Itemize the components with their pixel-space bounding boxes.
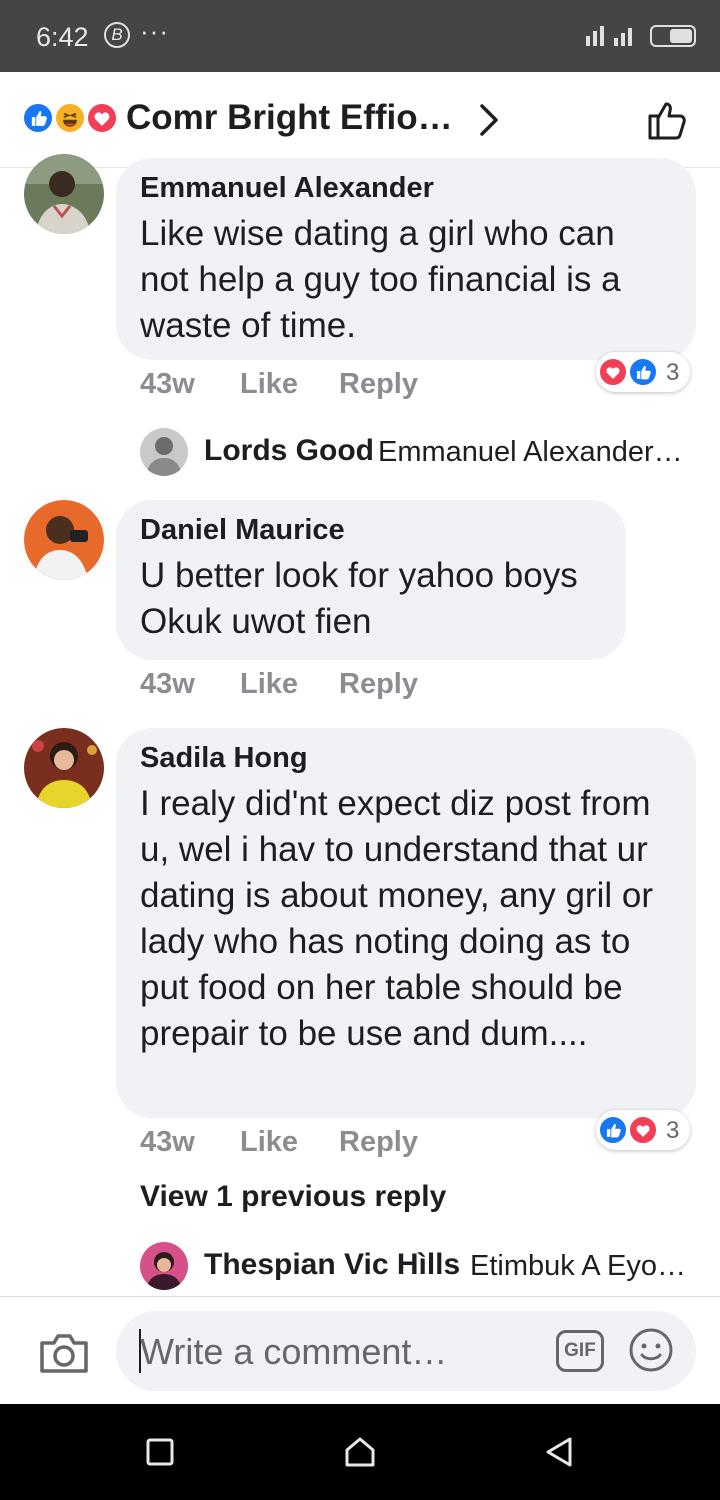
like-button[interactable]: Like	[240, 368, 298, 401]
love-icon	[628, 1115, 658, 1145]
reply-preview[interactable]: Thespian Vic Hìlls Etimbuk A Eyo…	[140, 1242, 700, 1290]
reaction-count: 3	[666, 1117, 680, 1144]
comment-author[interactable]: Sadila Hong	[140, 742, 672, 775]
love-icon	[86, 102, 118, 134]
chevron-right-icon[interactable]	[474, 100, 504, 140]
comment-time: 43w	[140, 368, 195, 400]
comment-bubble[interactable]: Sadila Hong I realy did'nt expect diz po…	[116, 728, 696, 1118]
view-previous-replies-link[interactable]: View 1 previous reply	[140, 1180, 446, 1214]
like-button[interactable]: Like	[240, 668, 298, 701]
haha-icon	[54, 102, 86, 134]
like-icon	[22, 102, 54, 134]
avatar[interactable]	[140, 1242, 188, 1290]
reaction-badge[interactable]: 3	[596, 1110, 690, 1150]
more-notifications-icon: ···	[140, 16, 169, 46]
status-time: 6:42	[36, 22, 89, 52]
comment-actions: 43w Like Reply	[140, 1126, 540, 1162]
reply-preview[interactable]: Lords Good Emmanuel Alexander…	[140, 428, 700, 476]
comment-actions: 43w Like Reply	[140, 668, 540, 704]
reaction-badge[interactable]: 3	[596, 352, 690, 392]
reply-author[interactable]: Lords Good	[204, 434, 374, 468]
comment-text: I realy did'nt expect diz post from u, w…	[140, 784, 653, 1053]
comment-time: 43w	[140, 668, 195, 700]
like-icon	[598, 1115, 628, 1145]
avatar[interactable]	[140, 428, 188, 476]
camera-icon[interactable]	[38, 1331, 90, 1375]
signal-icon	[586, 26, 632, 46]
post-header[interactable]: Comr Bright Effio…	[0, 72, 720, 168]
gif-button[interactable]: GIF	[556, 1330, 604, 1372]
comment-composer: Write a comment… GIF	[0, 1296, 720, 1404]
reply-button[interactable]: Reply	[339, 1126, 418, 1159]
battery-icon	[650, 25, 696, 47]
comment-text: Like wise dating a girl who can not help…	[140, 214, 621, 345]
comment-input[interactable]: Write a comment… GIF	[116, 1311, 696, 1391]
b-icon: B	[104, 22, 130, 48]
comment-author[interactable]: Daniel Maurice	[140, 514, 602, 547]
recents-icon[interactable]	[142, 1434, 178, 1470]
status-bar: 6:42 B ···	[0, 0, 720, 72]
comment-text: U better look for yahoo boys Okuk uwot f…	[140, 556, 578, 641]
avatar[interactable]	[24, 500, 104, 580]
like-button[interactable]: Like	[240, 1126, 298, 1159]
comment-input-placeholder: Write a comment…	[140, 1331, 448, 1372]
comment-actions: 43w Like Reply	[140, 368, 540, 404]
reaction-count: 3	[666, 359, 680, 386]
love-icon	[598, 357, 628, 387]
reply-text: Emmanuel Alexander…	[378, 436, 683, 468]
comment-time: 43w	[140, 1126, 195, 1158]
avatar[interactable]	[24, 154, 104, 234]
system-nav-bar	[0, 1404, 720, 1500]
reply-text: Etimbuk A Eyo…	[470, 1250, 686, 1282]
emoji-icon[interactable]	[628, 1327, 674, 1373]
back-icon[interactable]	[542, 1434, 578, 1470]
home-icon[interactable]	[342, 1434, 378, 1470]
comment-author[interactable]: Emmanuel Alexander	[140, 172, 672, 205]
post-author-title[interactable]: Comr Bright Effio…	[126, 98, 453, 138]
like-icon	[628, 357, 658, 387]
comment-bubble[interactable]: Daniel Maurice U better look for yahoo b…	[116, 500, 626, 660]
comment-bubble[interactable]: Emmanuel Alexander Like wise dating a gi…	[116, 158, 696, 360]
thumbs-up-icon[interactable]	[644, 96, 692, 144]
avatar[interactable]	[24, 728, 104, 808]
reply-button[interactable]: Reply	[339, 668, 418, 701]
reply-author[interactable]: Thespian Vic Hìlls	[204, 1248, 460, 1282]
reaction-summary[interactable]	[22, 102, 122, 138]
reply-button[interactable]: Reply	[339, 368, 418, 401]
